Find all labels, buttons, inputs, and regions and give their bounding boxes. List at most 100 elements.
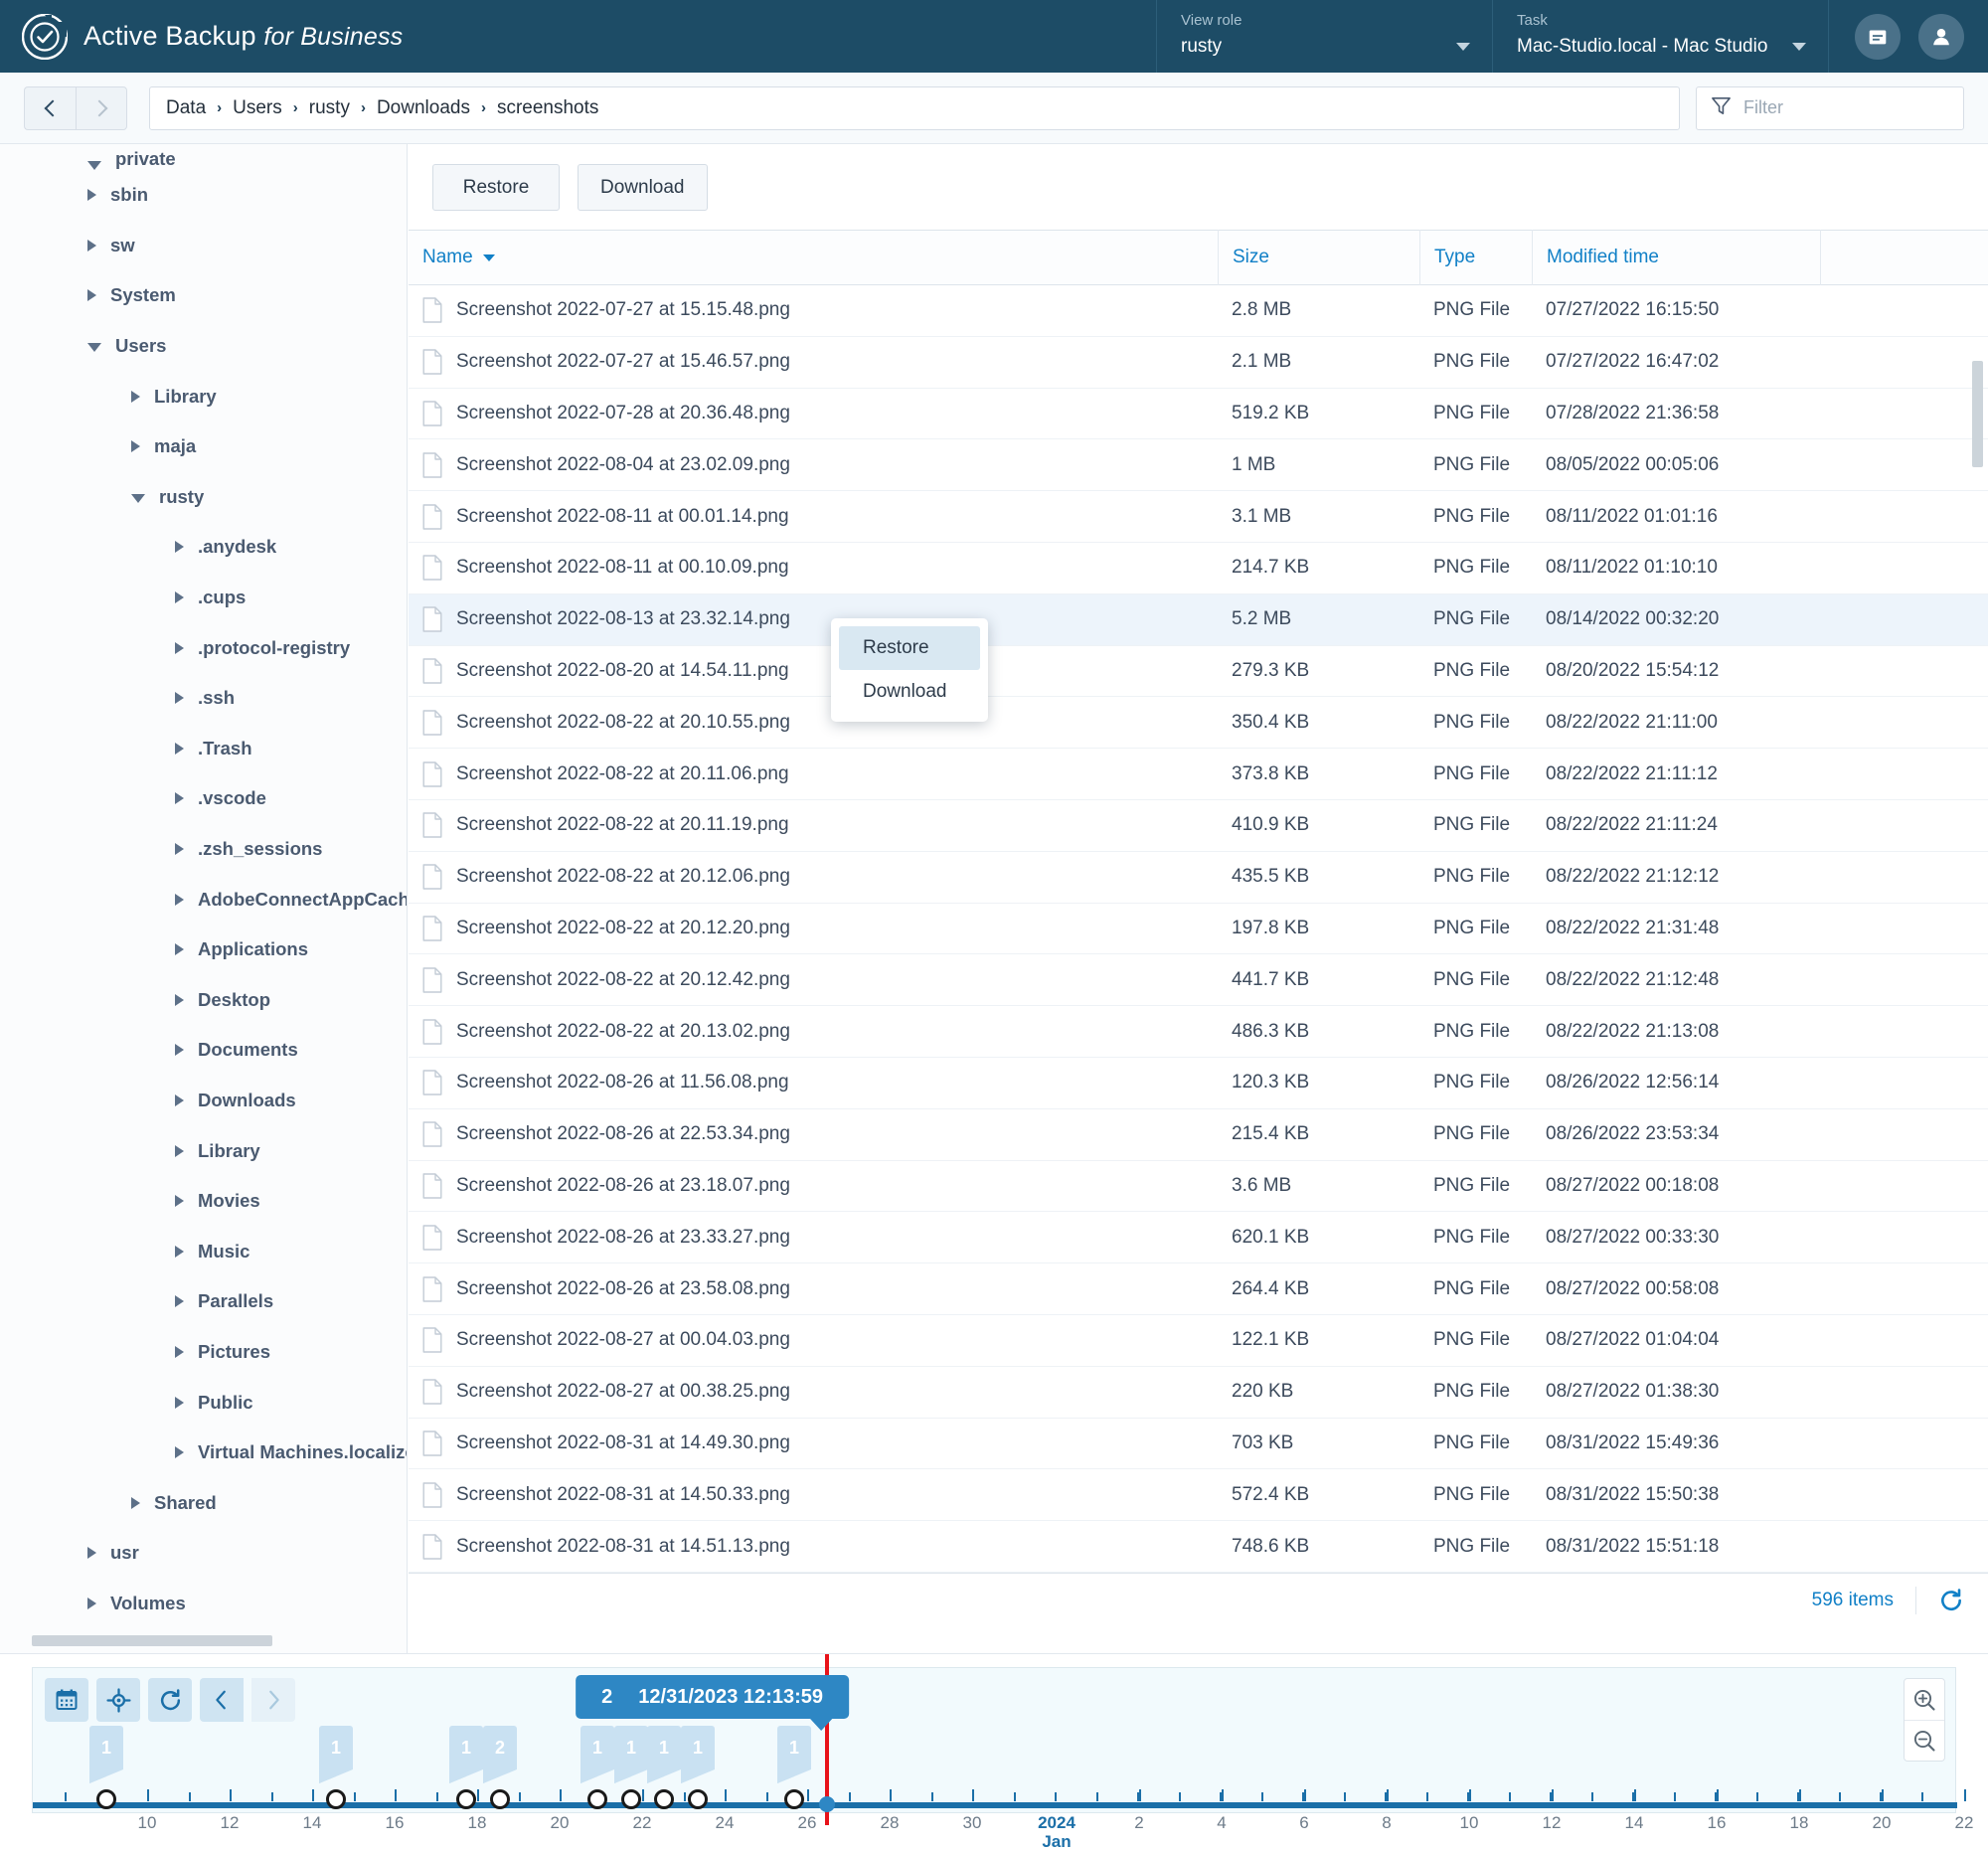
timeline-restore-point[interactable]: 1 bbox=[647, 1726, 681, 1809]
breadcrumb[interactable]: Data › Users › rusty › Downloads › screenshots bbox=[149, 85, 1680, 130]
timeline-restore-point[interactable]: 1 bbox=[319, 1726, 353, 1809]
view-role-selector[interactable]: View role rusty bbox=[1156, 0, 1492, 73]
table-row[interactable]: Screenshot 2022-08-27 at 00.04.03.png 122… bbox=[409, 1315, 1988, 1367]
table-row[interactable]: Screenshot 2022-08-22 at 20.13.02.png 486… bbox=[409, 1006, 1988, 1058]
sidebar-horizontal-scrollbar[interactable] bbox=[32, 1635, 272, 1646]
sidebar-item-parallels[interactable]: Parallels bbox=[0, 1276, 407, 1327]
zoom-out-icon[interactable] bbox=[1905, 1720, 1944, 1761]
restore-point-dot[interactable] bbox=[326, 1789, 346, 1809]
sidebar-item-downloads[interactable]: Downloads bbox=[0, 1076, 407, 1126]
chevron-right-icon[interactable] bbox=[175, 792, 184, 805]
column-header-size[interactable]: Size bbox=[1218, 230, 1419, 285]
chevron-right-icon[interactable] bbox=[87, 289, 96, 302]
table-row[interactable]: Screenshot 2022-08-20 at 14.54.11.png 279… bbox=[409, 646, 1988, 698]
restore-point-dot[interactable] bbox=[490, 1789, 510, 1809]
sidebar-item-zsh-sessions[interactable]: .zsh_sessions bbox=[0, 824, 407, 875]
sidebar-item-adobeconnectappcache[interactable]: AdobeConnectAppCache bbox=[0, 874, 407, 925]
chevron-right-icon[interactable] bbox=[175, 1195, 184, 1208]
restore-point-dot[interactable] bbox=[96, 1789, 116, 1809]
sidebar-item-virtual-machines-localize[interactable]: Virtual Machines.localize bbox=[0, 1428, 407, 1478]
chevron-right-icon[interactable] bbox=[131, 440, 140, 453]
locate-target-icon[interactable] bbox=[96, 1678, 140, 1722]
sidebar-item-trash[interactable]: .Trash bbox=[0, 724, 407, 774]
restore-point-dot[interactable] bbox=[654, 1789, 674, 1809]
table-row[interactable]: Screenshot 2022-08-22 at 20.11.19.png 410… bbox=[409, 800, 1988, 852]
timeline-restore-point[interactable]: 1 bbox=[580, 1726, 614, 1809]
chevron-right-icon[interactable] bbox=[175, 591, 184, 604]
restore-point-dot[interactable] bbox=[456, 1789, 476, 1809]
download-button[interactable]: Download bbox=[578, 164, 708, 211]
chevron-right-icon[interactable] bbox=[87, 189, 96, 202]
chevron-right-icon[interactable] bbox=[175, 1345, 184, 1358]
table-row[interactable]: Screenshot 2022-08-26 at 23.33.27.png 620… bbox=[409, 1212, 1988, 1264]
table-row[interactable]: Screenshot 2022-08-31 at 14.49.30.png 703… bbox=[409, 1419, 1988, 1470]
chevron-right-icon[interactable] bbox=[175, 692, 184, 705]
refresh-icon[interactable] bbox=[148, 1678, 192, 1722]
chevron-right-icon[interactable] bbox=[175, 993, 184, 1006]
table-row[interactable]: Screenshot 2022-08-11 at 00.01.14.png 3.1… bbox=[409, 491, 1988, 543]
sidebar-item-applications[interactable]: Applications bbox=[0, 925, 407, 975]
breadcrumb-item-downloads[interactable]: Downloads bbox=[377, 97, 470, 119]
next-arrow-icon[interactable] bbox=[251, 1678, 295, 1722]
chevron-right-icon[interactable] bbox=[175, 1396, 184, 1409]
breadcrumb-item-data[interactable]: Data bbox=[166, 97, 206, 119]
forward-button[interactable] bbox=[76, 85, 127, 130]
sidebar-item-vscode[interactable]: .vscode bbox=[0, 773, 407, 824]
sidebar-item-library[interactable]: Library bbox=[0, 371, 407, 421]
timeline-restore-point[interactable]: 2 bbox=[483, 1726, 517, 1809]
sidebar-item-usr[interactable]: usr bbox=[0, 1528, 407, 1579]
chevron-right-icon[interactable] bbox=[131, 1496, 140, 1509]
restore-point-dot[interactable] bbox=[587, 1789, 607, 1809]
table-row[interactable]: Screenshot 2022-08-26 at 23.58.08.png 264… bbox=[409, 1263, 1988, 1315]
sidebar-item-users[interactable]: Users bbox=[0, 321, 407, 372]
timeline-restore-point[interactable]: 1 bbox=[449, 1726, 483, 1809]
timeline-restore-point[interactable]: 1 bbox=[777, 1726, 811, 1809]
timeline-restore-point[interactable]: 1 bbox=[681, 1726, 715, 1809]
sidebar-item-volumes[interactable]: Volumes bbox=[0, 1579, 407, 1629]
table-row[interactable]: Screenshot 2022-08-22 at 20.10.55.png 350… bbox=[409, 697, 1988, 750]
timeline-current-position-dot[interactable] bbox=[819, 1796, 835, 1812]
sidebar-item-sw[interactable]: sw bbox=[0, 221, 407, 271]
sidebar-item-system[interactable]: System bbox=[0, 270, 407, 321]
folder-tree-sidebar[interactable]: private sbin sw System Users Library maja rusty… bbox=[0, 144, 408, 1653]
timeline-body[interactable]: 10 12 14 16 18 20 22 24 26 28 30 2 4 6 8 10 12 14 16 18 20 22… bbox=[32, 1667, 1973, 1851]
sidebar-item-rusty[interactable]: rusty bbox=[0, 472, 407, 523]
chevron-right-icon[interactable] bbox=[175, 1295, 184, 1308]
restore-point-dot[interactable] bbox=[784, 1789, 804, 1809]
table-row[interactable]: Screenshot 2022-08-31 at 14.51.13.png 748… bbox=[409, 1521, 1988, 1573]
column-header-modified-time[interactable]: Modified time bbox=[1532, 230, 1820, 285]
restore-button[interactable]: Restore bbox=[432, 164, 560, 211]
sidebar-item-library[interactable]: Library bbox=[0, 1125, 407, 1176]
table-row[interactable]: Screenshot 2022-07-27 at 15.46.57.png 2.1… bbox=[409, 337, 1988, 389]
chevron-right-icon[interactable] bbox=[175, 1245, 184, 1258]
restore-point-dot[interactable] bbox=[688, 1789, 708, 1809]
sidebar-item-pictures[interactable]: Pictures bbox=[0, 1327, 407, 1378]
table-row[interactable]: Screenshot 2022-07-28 at 20.36.48.png 519… bbox=[409, 389, 1988, 440]
table-row[interactable]: Screenshot 2022-08-22 at 20.12.20.png 197… bbox=[409, 904, 1988, 955]
breadcrumb-item-screenshots[interactable]: screenshots bbox=[497, 97, 598, 119]
chevron-right-icon[interactable] bbox=[87, 239, 96, 252]
sidebar-item-shared[interactable]: Shared bbox=[0, 1477, 407, 1528]
chevron-right-icon[interactable] bbox=[175, 742, 184, 755]
table-row[interactable]: Screenshot 2022-08-26 at 23.18.07.png 3.6… bbox=[409, 1161, 1988, 1213]
chevron-right-icon[interactable] bbox=[175, 1044, 184, 1057]
sidebar-item-desktop[interactable]: Desktop bbox=[0, 975, 407, 1026]
calendar-icon[interactable] bbox=[45, 1678, 88, 1722]
sidebar-item-maja[interactable]: maja bbox=[0, 421, 407, 472]
chevron-down-icon[interactable] bbox=[87, 161, 101, 170]
chevron-right-icon[interactable] bbox=[131, 390, 140, 403]
filter-field[interactable]: Filter bbox=[1696, 85, 1964, 130]
refresh-icon[interactable] bbox=[1916, 1588, 1964, 1613]
task-selector[interactable]: Task Mac-Studio.local - Mac Studio bbox=[1492, 0, 1828, 73]
restore-point-dot[interactable] bbox=[621, 1789, 641, 1809]
context-menu-item-download[interactable]: Download bbox=[839, 670, 980, 714]
previous-arrow-icon[interactable] bbox=[200, 1678, 244, 1722]
breadcrumb-item-rusty[interactable]: rusty bbox=[309, 97, 350, 119]
chevron-right-icon[interactable] bbox=[175, 541, 184, 554]
user-account-icon[interactable] bbox=[1918, 13, 1964, 60]
sidebar-item-ssh[interactable]: .ssh bbox=[0, 673, 407, 724]
table-row[interactable]: Screenshot 2022-08-22 at 20.11.06.png 373… bbox=[409, 749, 1988, 800]
chevron-right-icon[interactable] bbox=[175, 1094, 184, 1106]
chevron-right-icon[interactable] bbox=[175, 943, 184, 956]
table-row[interactable]: Screenshot 2022-08-04 at 23.02.09.png 1 M… bbox=[409, 439, 1988, 492]
